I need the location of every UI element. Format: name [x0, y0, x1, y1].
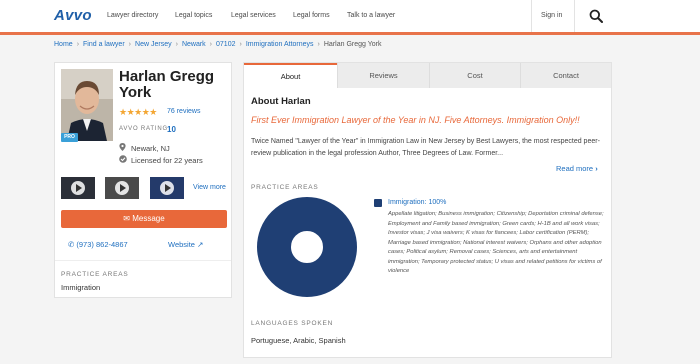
breadcrumb-find-lawyer[interactable]: Find a lawyer: [83, 41, 125, 48]
breadcrumb-separator: ›: [209, 41, 213, 48]
tab-contact[interactable]: Contact: [520, 63, 611, 88]
breadcrumb-separator: ›: [239, 41, 242, 48]
external-link-icon: ↗: [197, 240, 204, 249]
languages-label: LANGUAGES SPOKEN: [251, 320, 334, 327]
breadcrumb-separator: ›: [76, 41, 80, 48]
breadcrumb-separator: ›: [317, 41, 320, 48]
legend-immigration[interactable]: Immigration: 100%: [388, 199, 446, 206]
check-circle-icon: [119, 155, 127, 165]
about-title: About Harlan: [251, 96, 311, 107]
lawyer-portrait-image: [61, 69, 113, 141]
tab-cost[interactable]: Cost: [429, 63, 520, 88]
sign-in-link[interactable]: Sign in: [541, 12, 562, 19]
lawyer-name: Harlan Gregg York: [119, 68, 215, 101]
accent-rule: [0, 32, 700, 35]
video-thumbnail[interactable]: [150, 177, 184, 199]
nav-legal-forms[interactable]: Legal forms: [293, 12, 330, 19]
avatar[interactable]: [61, 69, 113, 141]
search-icon[interactable]: [589, 9, 603, 23]
licensed-text: Licensed for 22 years: [131, 156, 203, 165]
map-pin-icon: [119, 143, 127, 153]
breadcrumb-newark[interactable]: Newark: [182, 41, 206, 48]
donut-slice-immigration[interactable]: [257, 197, 357, 297]
practice-areas-label: PRACTICE AREAS: [61, 271, 129, 278]
breadcrumb-current: Harlan Gregg York: [323, 41, 382, 48]
reviews-link[interactable]: 76 reviews: [167, 108, 200, 115]
breadcrumb-immigration[interactable]: Immigration Attorneys: [246, 41, 314, 48]
message-button-label: Message: [132, 214, 165, 223]
phone-icon: ✆: [68, 240, 75, 249]
nav-legal-topics[interactable]: Legal topics: [175, 12, 212, 19]
profile-tabs: About Reviews Cost Contact: [244, 63, 611, 88]
play-icon: [71, 181, 85, 195]
legend-detail-text: Appellate litigation; Business immigrati…: [388, 211, 604, 274]
legend-swatch: [374, 199, 382, 207]
read-more-label: Read more: [556, 164, 594, 173]
tab-reviews[interactable]: Reviews: [337, 63, 429, 88]
practice-areas-label: PRACTICE AREAS: [251, 184, 319, 191]
breadcrumb-zip[interactable]: 07102: [216, 41, 235, 48]
breadcrumb-separator: ›: [175, 41, 178, 48]
video-thumbnail[interactable]: [61, 177, 95, 199]
practice-areas-value: Immigration: [61, 283, 101, 292]
nav-divider: [531, 0, 532, 32]
play-icon: [115, 181, 129, 195]
about-headline: First Ever Immigration Lawyer of the Yea…: [251, 115, 580, 125]
about-bio: Twice Named "Lawyer of the Year" in Immi…: [251, 138, 600, 157]
avvo-logo[interactable]: Avvo: [54, 7, 92, 24]
nav-lawyer-directory[interactable]: Lawyer directory: [107, 12, 158, 19]
message-button[interactable]: ✉ Message: [61, 210, 227, 228]
website-link[interactable]: Website ↗: [168, 240, 203, 249]
phone-number: (973) 862-4867: [76, 240, 128, 249]
breadcrumb-home[interactable]: Home: [54, 41, 73, 48]
phone-link[interactable]: ✆ (973) 862-4867: [68, 240, 128, 249]
practice-areas-donut-chart: [257, 197, 357, 297]
about-card: About Reviews Cost Contact About Harlan …: [243, 62, 612, 358]
pro-badge: PRO: [61, 133, 78, 142]
nav-divider: [574, 0, 575, 32]
envelope-icon: ✉: [123, 214, 130, 223]
top-navigation-bar: Avvo Lawyer directory Legal topics Legal…: [0, 0, 700, 32]
chevron-right-icon: ›: [595, 164, 598, 173]
location-row: Newark, NJ: [119, 143, 170, 153]
divider: [55, 260, 231, 261]
profile-card: Harlan Gregg York ★★★★★ 76 reviews AVVO …: [54, 62, 232, 298]
location-text: Newark, NJ: [131, 144, 170, 153]
breadcrumb: Home › Find a lawyer › New Jersey › Newark › 071…: [54, 41, 381, 48]
video-thumbnail[interactable]: [105, 177, 139, 199]
star-rating-icon: ★★★★★: [119, 107, 157, 117]
website-label: Website: [168, 240, 195, 249]
languages-value: Portuguese, Arabic, Spanish: [251, 336, 346, 345]
breadcrumb-new-jersey[interactable]: New Jersey: [135, 41, 172, 48]
avvo-rating-label: AVVO RATING: [119, 126, 168, 132]
read-more-link[interactable]: Read more ›: [556, 164, 598, 173]
avvo-rating-value[interactable]: 10: [167, 125, 176, 134]
breadcrumb-separator: ›: [128, 41, 132, 48]
nav-legal-services[interactable]: Legal services: [231, 12, 276, 19]
tab-about[interactable]: About: [244, 63, 337, 88]
play-icon: [160, 181, 174, 195]
nav-talk-to-lawyer[interactable]: Talk to a lawyer: [347, 12, 395, 19]
view-more-videos-link[interactable]: View more: [193, 184, 226, 191]
licensed-row: Licensed for 22 years: [119, 155, 203, 165]
